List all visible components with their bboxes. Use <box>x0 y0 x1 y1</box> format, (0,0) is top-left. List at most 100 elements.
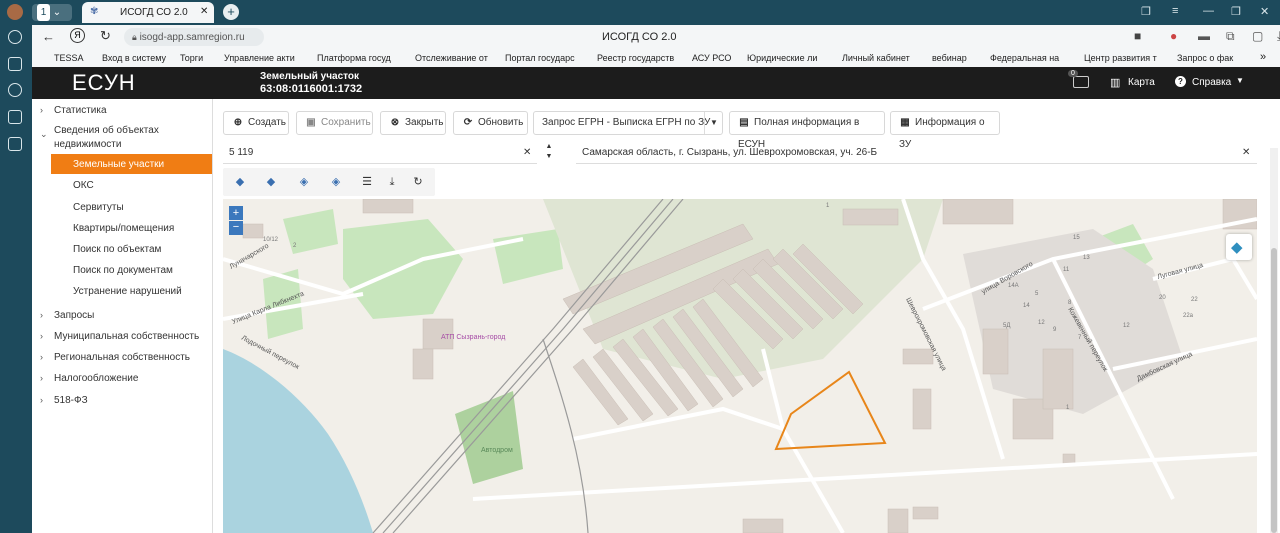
url-field[interactable]: 🔒︎ isogd-app.samregion.ru <box>124 28 264 46</box>
svg-text:12: 12 <box>1038 320 1045 326</box>
bookmark-legal[interactable]: Юридические ли <box>747 53 817 63</box>
sidebar-subitem-apartments[interactable]: Квартиры/помещения <box>73 223 174 234</box>
full-info-button[interactable]: ▤ Полная информация в ЕСУН <box>729 111 885 150</box>
new-tab-button[interactable]: + <box>223 4 239 20</box>
sidebar-subitem-servitudes[interactable]: Сервитуты <box>73 202 124 213</box>
map-link[interactable]: Карта <box>1128 77 1155 88</box>
browser-tab[interactable]: ✾ ИСОГД СО 2.0 ✕ <box>82 2 214 23</box>
sidebar-item-objects[interactable]: Сведения об объектах недвижимости <box>54 124 174 152</box>
layer-down-icon[interactable]: ◈ <box>290 171 318 193</box>
address-input[interactable]: Самарская область, г. Сызрань, ул. Шевро… <box>576 142 1257 164</box>
notif-count-badge: 0 <box>1068 70 1078 77</box>
sidebar-subitem-violations[interactable]: Устранение нарушений <box>73 286 182 297</box>
tab-close-icon[interactable]: ✕ <box>200 6 208 17</box>
caret-down-icon[interactable]: ▼ <box>704 112 723 134</box>
caret-down-icon[interactable]: ▼ <box>1236 76 1244 85</box>
refresh-button[interactable]: ⟳ Обновить <box>453 111 528 135</box>
reload-icon[interactable]: ↻ <box>100 28 111 44</box>
chevron-right-icon: › <box>40 331 43 341</box>
egrn-label: Запрос ЕГРН - Выписка ЕГРН по ЗУ <box>542 117 711 128</box>
close-window-icon[interactable]: ✕ <box>1260 5 1269 18</box>
bookmark-webinar[interactable]: вебинар <box>932 53 967 63</box>
number-stepper[interactable]: ▲ ▼ <box>542 142 556 164</box>
extension-icon-3[interactable]: ⧉ <box>1226 29 1235 44</box>
app-logo[interactable]: ЕСУН <box>72 70 136 96</box>
land-parcel-outline[interactable] <box>774 370 887 451</box>
zu-info-button[interactable]: ▦ Информация о ЗУ <box>890 111 1000 150</box>
bookmark-portal[interactable]: Портал государс <box>505 53 575 63</box>
bookmark-platform[interactable]: Платформа госуд <box>317 53 391 63</box>
extension-icon-2[interactable]: ▬ <box>1198 29 1210 43</box>
more-bookmarks-icon[interactable]: » <box>1260 51 1266 63</box>
bookmark-star-icon[interactable]: ■ <box>1134 29 1141 43</box>
notes-icon[interactable] <box>8 57 22 71</box>
sidebar-item-statistics[interactable]: Статистика <box>54 105 107 116</box>
minimize-icon[interactable]: — <box>1203 5 1214 17</box>
add-layer-icon[interactable]: ◆ <box>257 171 285 193</box>
sidebar-item-518fz[interactable]: 518-ФЗ <box>54 395 88 406</box>
refresh-icon[interactable]: ↻ <box>404 171 432 193</box>
sidebar-item-tax[interactable]: Налогообложение <box>54 373 138 384</box>
bookmark-request[interactable]: Запрос о фак <box>1177 53 1233 63</box>
bookmark-cabinet[interactable]: Личный кабинет <box>842 53 910 63</box>
zoom-out-button[interactable]: − <box>229 221 243 235</box>
clear-icon[interactable]: ✕ <box>1242 142 1250 164</box>
download-icon[interactable]: ⤓ <box>378 171 406 193</box>
svg-text:5Д: 5Д <box>1003 323 1010 329</box>
extension-icon-4[interactable]: ▢ <box>1252 29 1263 43</box>
scrollbar-thumb[interactable] <box>1271 248 1277 533</box>
create-button[interactable]: ⊕ Создать <box>223 111 289 135</box>
profile-avatar[interactable] <box>7 4 23 20</box>
record-type: Земельный участок <box>260 71 360 82</box>
bookmarks-icon[interactable]: ❐ <box>1141 5 1151 18</box>
bookmark-torgi[interactable]: Торги <box>180 53 203 63</box>
yandex-icon[interactable]: Я <box>70 28 85 43</box>
sidebar-item-requests[interactable]: Запросы <box>54 310 94 321</box>
sidebar-subitem-land-plots[interactable]: Земельные участки <box>51 154 212 174</box>
map-canvas[interactable]: Луначарского Улица Карла Либкнехта Лодоч… <box>223 199 1257 533</box>
help-link[interactable]: Справка <box>1192 77 1231 88</box>
bookmark-login[interactable]: Вход в систему <box>102 53 166 63</box>
svg-text:10/12: 10/12 <box>263 237 279 243</box>
sidebar-subitem-search-objects[interactable]: Поиск по объектам <box>73 244 161 255</box>
extension-icon[interactable]: ● <box>1170 29 1177 43</box>
list-icon[interactable]: ☰ <box>353 171 381 193</box>
notifications-button[interactable]: 0 <box>1068 70 1089 88</box>
sidebar-item-regional[interactable]: Региональная собственность <box>54 352 190 363</box>
menu-icon[interactable]: ≡ <box>1172 5 1178 17</box>
sidebar-item-municipal[interactable]: Муниципальная собственность <box>54 331 199 342</box>
close-button[interactable]: ⊗ Закрыть <box>380 111 446 135</box>
restore-icon[interactable]: ❐ <box>1231 5 1241 18</box>
tab-group-button[interactable]: 1 ⌄ <box>32 4 72 21</box>
layer-up-icon[interactable]: ◈ <box>322 171 350 193</box>
sidebar-subitem-search-documents[interactable]: Поиск по документам <box>73 265 173 276</box>
layers-icon[interactable]: ◆ <box>1226 234 1252 260</box>
help-icon[interactable]: ? <box>1175 76 1186 87</box>
history-icon[interactable] <box>8 30 22 44</box>
bookmark-federal[interactable]: Федеральная на <box>990 53 1059 63</box>
area-input[interactable]: 5 119 ✕ <box>223 142 537 164</box>
back-icon[interactable]: ← <box>42 29 55 44</box>
bookmark-asu[interactable]: АСУ РСО <box>692 53 731 63</box>
svg-text:14А: 14А <box>1008 283 1019 289</box>
layers-glyph: ◆ <box>1231 239 1243 256</box>
egrn-request-button[interactable]: Запрос ЕГРН - Выписка ЕГРН по ЗУ ▼ <box>533 111 723 135</box>
delete-layer-icon[interactable]: ◆ <box>226 171 254 193</box>
save-button[interactable]: ▣ Сохранить <box>296 111 373 135</box>
zoom-in-button[interactable]: + <box>229 206 243 220</box>
bookmark-tessa[interactable]: TESSA <box>54 53 84 63</box>
refresh-icon: ⟳ <box>463 117 473 128</box>
clear-icon[interactable]: ✕ <box>523 142 531 164</box>
video-icon[interactable] <box>8 83 22 97</box>
chevron-right-icon: › <box>40 373 43 383</box>
tab-number-icon[interactable] <box>8 110 22 124</box>
bookmark-management[interactable]: Управление акти <box>224 53 295 63</box>
bookmark-center[interactable]: Центр развития т <box>1084 53 1157 63</box>
map-icon[interactable]: ▥ <box>1110 76 1120 89</box>
bookmark-tracking[interactable]: Отслеживание от <box>415 53 488 63</box>
bookmark-registry[interactable]: Реестр государств <box>597 53 674 63</box>
map-view[interactable]: Луначарского Улица Карла Либкнехта Лодоч… <box>223 199 1257 533</box>
collections-icon[interactable] <box>8 137 22 151</box>
sidebar-subitem-oks[interactable]: ОКС <box>73 180 94 191</box>
page-scrollbar[interactable] <box>1270 148 1278 533</box>
